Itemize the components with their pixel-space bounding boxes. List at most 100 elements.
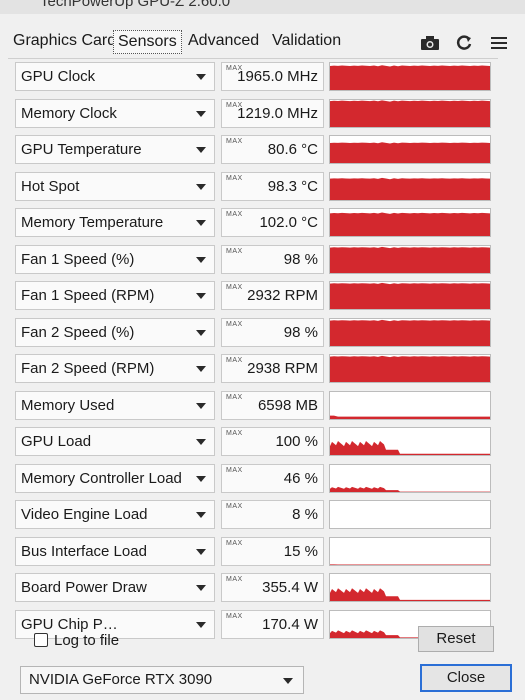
sensor-value-box: MAX 98 % [221, 244, 324, 274]
sensor-value-box: MAX 80.6 °C [221, 135, 324, 164]
sensor-name-dropdown[interactable]: Fan 1 Speed (RPM) [15, 281, 215, 310]
reset-button[interactable]: Reset [418, 626, 494, 652]
sensor-graph-area [330, 99, 490, 127]
sensor-graph-area [330, 142, 490, 163]
sensor-graph [329, 390, 491, 420]
sensor-graph [329, 354, 491, 383]
chevron-down-icon [196, 220, 206, 226]
sensor-name-dropdown[interactable]: Fan 1 Speed (%) [15, 244, 215, 274]
max-tag: MAX [226, 612, 243, 620]
refresh-icon[interactable] [453, 34, 475, 52]
close-button[interactable]: Close [420, 664, 512, 692]
chevron-down-icon [196, 183, 206, 190]
chevron-down-icon [196, 147, 206, 153]
tab-advanced[interactable]: Advanced [184, 30, 263, 52]
sensor-name-label: Memory Used [21, 396, 115, 414]
log-to-file-label: Log to file [54, 632, 120, 649]
sensor-name-dropdown[interactable]: Memory Clock [15, 98, 215, 128]
chevron-down-icon [196, 585, 206, 591]
sensor-name-label: Fan 1 Speed (%) [21, 250, 135, 268]
sensor-row: Bus Interface Load MAX 15 % [8, 534, 498, 570]
sensor-value-box: MAX 2938 RPM [221, 354, 324, 383]
sensor-graph [329, 62, 491, 91]
sensor-name-dropdown[interactable]: Video Engine Load [15, 500, 215, 529]
sensor-value-box: MAX 98.3 °C [221, 171, 324, 201]
sensor-value: 80.6 °C [267, 141, 318, 158]
sensor-value: 100 % [275, 433, 318, 450]
sensor-name-dropdown[interactable]: Bus Interface Load [15, 536, 215, 566]
sensor-row: Memory Controller Load MAX 46 % [8, 461, 498, 497]
max-tag: MAX [226, 138, 243, 145]
max-tag: MAX [226, 247, 243, 255]
sensor-graph-area [330, 415, 490, 419]
max-tag: MAX [226, 320, 243, 328]
sensor-value-box: MAX 102.0 °C [221, 208, 324, 237]
sensor-name-label: Hot Spot [21, 177, 80, 195]
chevron-down-icon [196, 475, 206, 482]
gpu-select-value: NVIDIA GeForce RTX 3090 [29, 671, 213, 688]
sensor-graph [329, 500, 491, 529]
chevron-down-icon [196, 548, 206, 555]
menu-icon[interactable] [488, 34, 510, 52]
sensor-value: 102.0 °C [259, 214, 318, 231]
sensor-name-label: GPU Clock [21, 68, 96, 85]
max-tag: MAX [226, 539, 243, 547]
max-tag: MAX [226, 503, 243, 510]
sensor-row: Memory Used MAX 6598 MB [8, 388, 498, 424]
sensor-name-dropdown[interactable]: Fan 2 Speed (RPM) [15, 354, 215, 383]
chevron-down-icon [196, 256, 206, 263]
sensor-name-dropdown[interactable]: Memory Used [15, 390, 215, 420]
sensor-list[interactable]: GPU Clock MAX 1965.0 MHz Memory Clock MAX 121… [8, 58, 498, 639]
chevron-down-icon [196, 366, 206, 372]
sensor-name-label: GPU Temperature [21, 141, 142, 158]
sensor-name-dropdown[interactable]: Fan 2 Speed (%) [15, 317, 215, 347]
footer: Log to file Reset NVIDIA GeForce RTX 309… [0, 624, 525, 700]
sensor-row: Memory Temperature MAX 102.0 °C [8, 205, 498, 241]
sensor-name-label: Video Engine Load [21, 506, 148, 523]
sensor-row: GPU Temperature MAX 80.6 °C [8, 132, 498, 168]
sensor-graph [329, 427, 491, 456]
tab-sensors[interactable]: Sensors [113, 30, 182, 54]
sensor-name-dropdown[interactable]: Board Power Draw [15, 573, 215, 602]
sensor-graph [329, 573, 491, 602]
sensor-graph-area [330, 177, 490, 200]
max-tag: MAX [226, 430, 243, 437]
max-tag: MAX [226, 357, 243, 364]
sensor-name-dropdown[interactable]: GPU Load [15, 427, 215, 456]
tab-graphics-card[interactable]: Graphics Card [9, 30, 120, 52]
sensor-name-dropdown[interactable]: Memory Temperature [15, 208, 215, 237]
sensor-name-dropdown[interactable]: GPU Clock [15, 62, 215, 91]
chevron-down-icon [196, 439, 206, 445]
sensor-graph-area [330, 212, 490, 236]
chevron-down-icon [283, 678, 293, 684]
sensor-row: Fan 1 Speed (%) MAX 98 % [8, 242, 498, 278]
sensor-value-box: MAX 15 % [221, 536, 324, 566]
chevron-down-icon [196, 110, 206, 117]
tab-bar: Graphics Card Sensors Advanced Validatio… [0, 14, 525, 60]
sensor-name-label: Bus Interface Load [21, 542, 147, 560]
log-to-file-checkbox[interactable] [34, 633, 48, 647]
camera-icon[interactable] [419, 34, 441, 52]
sensor-value: 1965.0 MHz [237, 68, 318, 85]
max-tag: MAX [226, 174, 243, 182]
tab-validation[interactable]: Validation [268, 30, 345, 52]
max-tag: MAX [226, 576, 243, 583]
sensor-name-dropdown[interactable]: GPU Temperature [15, 135, 215, 164]
sensor-row: GPU Load MAX 100 % [8, 424, 498, 460]
max-tag: MAX [226, 393, 243, 401]
sensor-graph-area [330, 319, 490, 346]
sensor-row: Fan 2 Speed (%) MAX 98 % [8, 315, 498, 351]
sensor-graph [329, 536, 491, 566]
sensor-name-label: Fan 1 Speed (RPM) [21, 287, 155, 304]
sensor-name-dropdown[interactable]: Hot Spot [15, 171, 215, 201]
chevron-down-icon [196, 293, 206, 299]
sensor-name-dropdown[interactable]: Memory Controller Load [15, 463, 215, 493]
sensor-row: Fan 2 Speed (RPM) MAX 2938 RPM [8, 351, 498, 387]
sensor-graph [329, 98, 491, 128]
sensor-value: 6598 MB [257, 396, 318, 414]
sensor-value: 355.4 W [262, 579, 318, 596]
gpu-select-dropdown[interactable]: NVIDIA GeForce RTX 3090 [20, 666, 304, 694]
max-tag: MAX [226, 466, 243, 474]
title-bar: TechPowerUp GPU-Z 2.60.0 [0, 0, 525, 14]
sensor-value: 98 % [283, 323, 318, 341]
